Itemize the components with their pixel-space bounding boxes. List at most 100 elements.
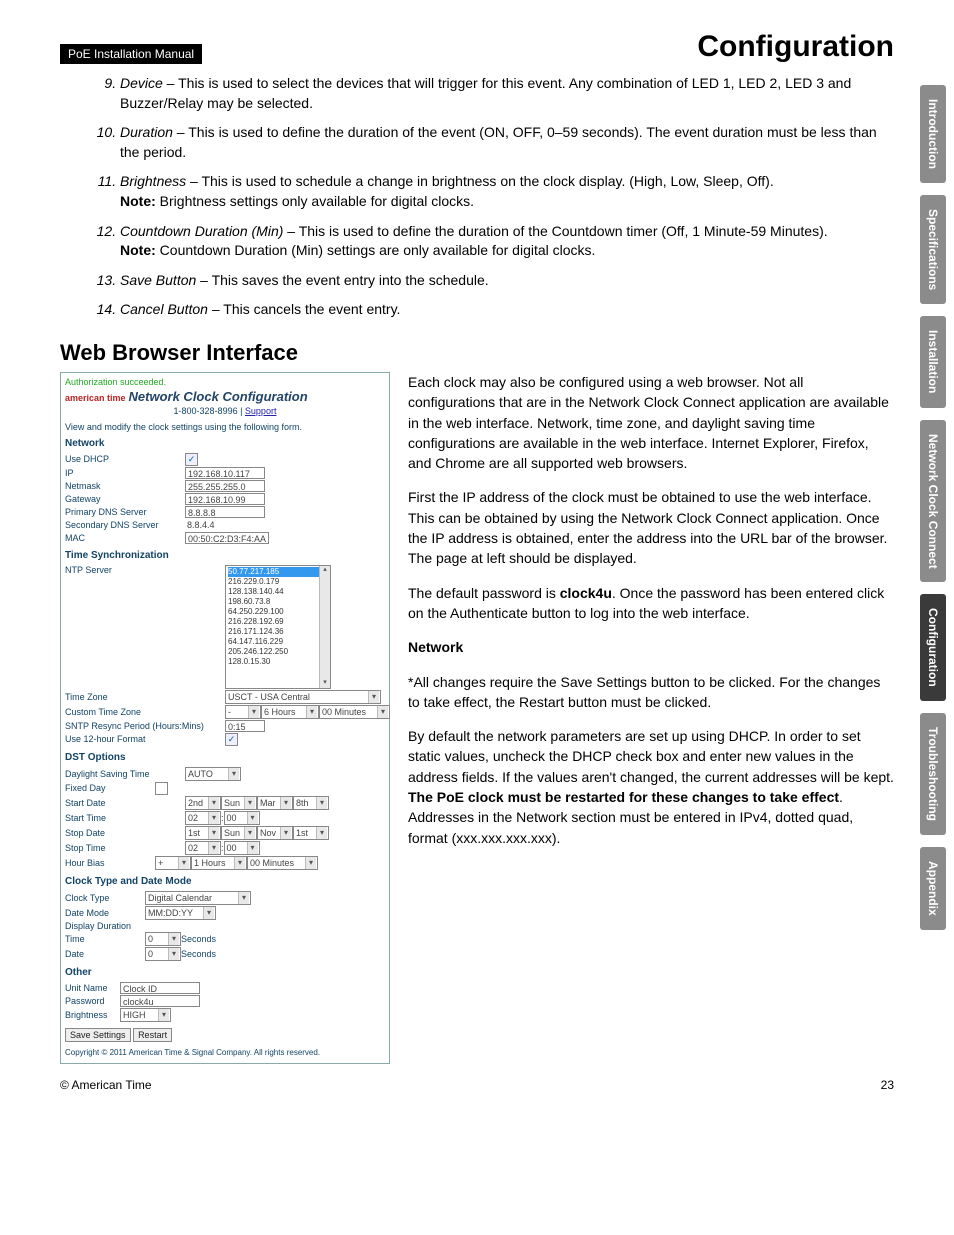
list-body: – This is used to define the duration of…: [120, 124, 877, 160]
stop-day-select[interactable]: Sun: [221, 826, 257, 840]
label-timezone: Time Zone: [65, 692, 225, 702]
list-term: Device: [120, 75, 163, 91]
gateway-input[interactable]: 192.168.10.99: [185, 493, 265, 505]
label-gateway: Gateway: [65, 494, 185, 504]
label-password: Password: [65, 996, 120, 1006]
brightness-select[interactable]: HIGH: [120, 1008, 171, 1022]
date-dur-unit: Seconds: [181, 949, 216, 959]
tab-introduction[interactable]: Introduction: [920, 85, 946, 183]
tab-configuration[interactable]: Configuration: [920, 594, 946, 701]
label-mac: MAC: [65, 533, 185, 543]
start-min-select[interactable]: 00: [224, 811, 260, 825]
label-use-dhcp: Use DHCP: [65, 454, 185, 464]
stop-min-select[interactable]: 00: [224, 841, 260, 855]
label-fixed-day: Fixed Day: [65, 783, 155, 793]
paragraph: Each clock may also be configured using …: [408, 372, 894, 473]
start-ord-select[interactable]: 2nd: [185, 796, 221, 810]
pdns-input[interactable]: 8.8.8.8: [185, 506, 265, 518]
hb-mins-select[interactable]: 00 Minutes: [247, 856, 318, 870]
list-term: Cancel Button: [120, 301, 208, 317]
ctz-sign-select[interactable]: -: [225, 705, 261, 719]
dst-mode-select[interactable]: AUTO: [185, 767, 241, 781]
time-dur-select[interactable]: 0: [145, 932, 181, 946]
date-mode-select[interactable]: MM:DD:YY: [145, 906, 216, 920]
label-ip: IP: [65, 468, 185, 478]
label-start-date: Start Date: [65, 798, 185, 808]
h12-checkbox[interactable]: ✓: [225, 733, 238, 746]
section-dst: DST Options: [65, 752, 385, 763]
tab-network-clock-connect[interactable]: Network Clock Connect: [920, 420, 946, 583]
stop-hour-select[interactable]: 02: [185, 841, 221, 855]
label-time-dur: Time: [65, 934, 145, 944]
paragraph: The default password is clock4u. Once th…: [408, 583, 894, 624]
list-term: Save Button: [120, 272, 196, 288]
hb-sign-select[interactable]: +: [155, 856, 191, 870]
body-text: Each clock may also be configured using …: [408, 372, 894, 1064]
page-number: 23: [881, 1078, 894, 1092]
clock-type-select[interactable]: Digital Calendar: [145, 891, 251, 905]
section-timesync: Time Synchronization: [65, 550, 385, 561]
label-clock-type: Clock Type: [65, 893, 145, 903]
hb-hours-select[interactable]: 1 Hours: [191, 856, 247, 870]
list-term: Countdown Duration (Min): [120, 223, 283, 239]
netmask-input[interactable]: 255.255.255.0: [185, 480, 265, 492]
start-month-select[interactable]: Mar: [257, 796, 293, 810]
tab-specifications[interactable]: Specifications: [920, 195, 946, 304]
time-dur-unit: Seconds: [181, 934, 216, 944]
paragraph: By default the network parameters are se…: [408, 726, 894, 848]
label-netmask: Netmask: [65, 481, 185, 491]
screenshot-copyright: Copyright © 2011 American Time & Signal …: [65, 1048, 385, 1057]
list-term: Brightness: [120, 173, 186, 189]
paragraph: First the IP address of the clock must b…: [408, 487, 894, 568]
listbox-scrollbar[interactable]: ▴▾: [319, 566, 330, 688]
paragraph: *All changes require the Save Settings b…: [408, 672, 894, 713]
tab-installation[interactable]: Installation: [920, 316, 946, 407]
label-dst: Daylight Saving Time: [65, 769, 185, 779]
list-term: Duration: [120, 124, 173, 140]
fixed-day-checkbox[interactable]: [155, 782, 168, 795]
password-input[interactable]: clock4u: [120, 995, 200, 1007]
unit-name-input[interactable]: Clock ID: [120, 982, 200, 994]
page-title: Configuration: [697, 30, 894, 64]
definition-list: Device – This is used to select the devi…: [60, 74, 894, 320]
label-hour-bias: Hour Bias: [65, 858, 155, 868]
dhcp-checkbox[interactable]: ✓: [185, 453, 198, 466]
label-date-dur: Date: [65, 949, 145, 959]
ntp-listbox[interactable]: 50.77.217.185 216.229.0.179 128.138.140.…: [225, 565, 331, 689]
restart-button[interactable]: Restart: [133, 1028, 172, 1042]
label-display-duration: Display Duration: [65, 921, 165, 931]
start-hour-select[interactable]: 02: [185, 811, 221, 825]
tab-appendix[interactable]: Appendix: [920, 847, 946, 930]
side-tabs: Introduction Specifications Installation…: [920, 85, 946, 930]
label-start-time: Start Time: [65, 813, 185, 823]
list-body: – This saves the event entry into the sc…: [196, 272, 488, 288]
list-body: – This cancels the event entry.: [208, 301, 400, 317]
label-ntp: NTP Server: [65, 565, 225, 575]
list-body: – This is used to define the duration of…: [283, 223, 827, 239]
footer-copyright: © American Time: [60, 1078, 152, 1092]
brand-title: Network Clock Configuration: [129, 389, 308, 404]
resync-input[interactable]: 0:15: [225, 720, 265, 732]
stop-date-select[interactable]: 1st: [293, 826, 329, 840]
ctz-mins-select[interactable]: 00 Minutes: [319, 705, 390, 719]
label-custom-tz: Custom Time Zone: [65, 707, 225, 717]
screenshot-description: View and modify the clock settings using…: [65, 422, 385, 432]
list-body: – This is used to schedule a change in b…: [186, 173, 774, 189]
save-settings-button[interactable]: Save Settings: [65, 1028, 131, 1042]
ctz-hours-select[interactable]: 6 Hours: [261, 705, 319, 719]
ip-input[interactable]: 192.168.10.117: [185, 467, 265, 479]
support-link[interactable]: Support: [245, 406, 277, 416]
date-dur-select[interactable]: 0: [145, 947, 181, 961]
section-other: Other: [65, 967, 385, 978]
tab-troubleshooting[interactable]: Troubleshooting: [920, 713, 946, 835]
timezone-select[interactable]: USCT - USA Central: [225, 690, 381, 704]
start-day-select[interactable]: Sun: [221, 796, 257, 810]
brand-logo: american time: [65, 394, 126, 403]
stop-ord-select[interactable]: 1st: [185, 826, 221, 840]
label-stop-date: Stop Date: [65, 828, 185, 838]
stop-month-select[interactable]: Nov: [257, 826, 293, 840]
start-date-select[interactable]: 8th: [293, 796, 329, 810]
label-12hour: Use 12-hour Format: [65, 734, 225, 744]
label-resync: SNTP Resync Period (Hours:Mins): [65, 721, 225, 731]
mac-input[interactable]: 00:50:C2:D3:F4:AA: [185, 532, 269, 544]
